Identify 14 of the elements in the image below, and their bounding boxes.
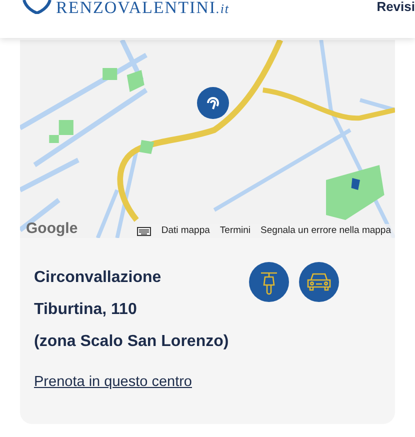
- google-logo: Google: [26, 221, 78, 236]
- map-attribution-link[interactable]: Segnala un errore nella mappa: [260, 226, 391, 236]
- map-attribution-link[interactable]: Termini: [220, 226, 251, 236]
- car-icon: [306, 271, 332, 293]
- nav-link[interactable]: Revisi: [376, 0, 415, 14]
- heart-logo-icon: [22, 0, 52, 14]
- address-line: Tiburtina, 110: [34, 300, 138, 320]
- map[interactable]: Google Dati mappa Termini Segnala un errore nella mappa: [20, 40, 395, 238]
- address-line: (zona Scalo San Lorenzo): [34, 332, 229, 352]
- address-line: Circonvallazione: [34, 268, 162, 288]
- booking-link[interactable]: Prenota in questo centro: [34, 372, 229, 394]
- brand-logo[interactable]: RENZOVALENTINI.it: [56, 0, 230, 17]
- keyboard-icon[interactable]: [137, 226, 152, 236]
- map-attribution-link[interactable]: Dati mappa: [161, 226, 210, 236]
